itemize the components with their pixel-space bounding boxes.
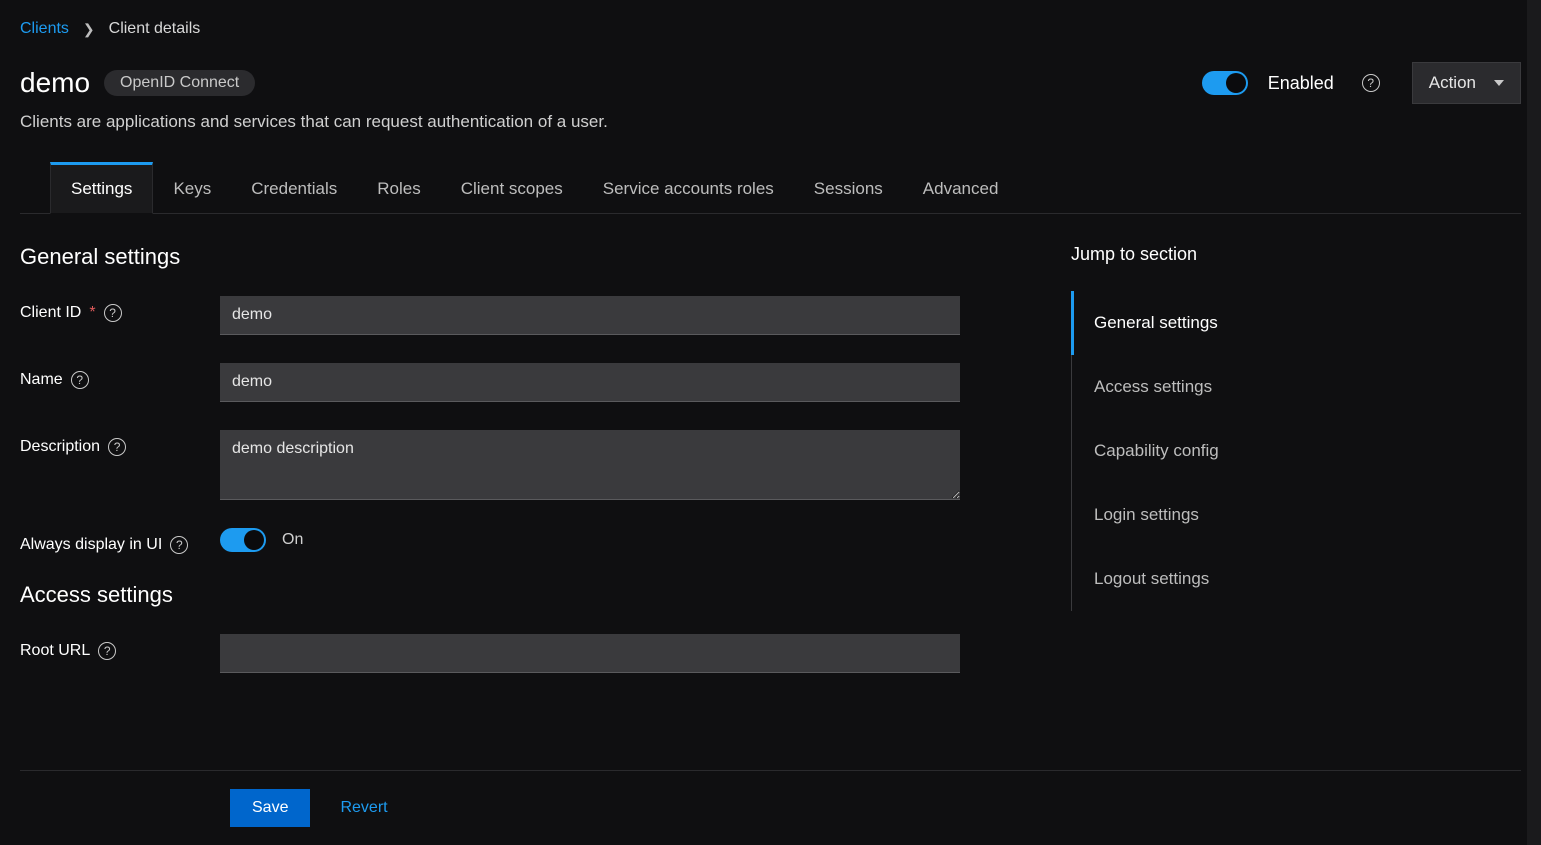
name-label: Name ? — [20, 363, 220, 389]
section-access-title: Access settings — [20, 582, 1001, 608]
page-title: demo — [20, 67, 90, 99]
description-label: Description ? — [20, 430, 220, 456]
jump-item-capability-config[interactable]: Capability config — [1071, 419, 1521, 483]
footer: Save Revert — [20, 770, 1521, 845]
tab-sessions[interactable]: Sessions — [794, 162, 903, 213]
scrollbar[interactable] — [1527, 0, 1541, 845]
page-subtitle: Clients are applications and services th… — [20, 112, 1521, 132]
help-icon[interactable]: ? — [98, 642, 116, 660]
revert-button[interactable]: Revert — [340, 799, 387, 817]
jump-item-access-settings[interactable]: Access settings — [1071, 355, 1521, 419]
always-display-value: On — [282, 531, 303, 549]
tab-advanced[interactable]: Advanced — [903, 162, 1019, 213]
help-icon[interactable]: ? — [71, 371, 89, 389]
help-icon[interactable]: ? — [108, 438, 126, 456]
protocol-badge: OpenID Connect — [104, 70, 255, 96]
tab-settings[interactable]: Settings — [50, 162, 153, 214]
root-url-label-text: Root URL — [20, 642, 90, 660]
page-header: demo OpenID Connect Enabled ? Action — [20, 62, 1521, 104]
required-indicator: * — [89, 304, 95, 322]
tab-service-accounts-roles[interactable]: Service accounts roles — [583, 162, 794, 213]
help-icon[interactable]: ? — [104, 304, 122, 322]
jump-nav: Jump to section General settings Access … — [1041, 214, 1521, 770]
name-label-text: Name — [20, 371, 63, 389]
root-url-label: Root URL ? — [20, 634, 220, 660]
tab-credentials[interactable]: Credentials — [231, 162, 357, 213]
description-label-text: Description — [20, 438, 100, 456]
jump-item-logout-settings[interactable]: Logout settings — [1071, 547, 1521, 611]
name-input[interactable] — [220, 363, 960, 402]
enabled-toggle-label: Enabled — [1268, 73, 1334, 94]
chevron-right-icon: ❯ — [83, 21, 95, 38]
help-icon[interactable]: ? — [170, 536, 188, 554]
jump-nav-title: Jump to section — [1071, 244, 1521, 265]
breadcrumb: Clients ❯ Client details — [20, 20, 1521, 38]
client-id-input[interactable] — [220, 296, 960, 335]
breadcrumb-current: Client details — [109, 20, 201, 38]
form-area: General settings Client ID * ? Name ? D — [20, 214, 1041, 770]
tab-roles[interactable]: Roles — [357, 162, 440, 213]
chevron-down-icon — [1494, 80, 1504, 86]
tab-keys[interactable]: Keys — [153, 162, 231, 213]
action-dropdown[interactable]: Action — [1412, 62, 1521, 104]
save-button[interactable]: Save — [230, 789, 310, 827]
jump-item-general-settings[interactable]: General settings — [1071, 291, 1521, 355]
enabled-toggle[interactable] — [1202, 71, 1248, 95]
tabs: Settings Keys Credentials Roles Client s… — [20, 162, 1521, 214]
tab-client-scopes[interactable]: Client scopes — [441, 162, 583, 213]
client-id-label-text: Client ID — [20, 304, 81, 322]
always-display-label: Always display in UI ? — [20, 528, 220, 554]
description-input[interactable] — [220, 430, 960, 500]
action-dropdown-label: Action — [1429, 73, 1476, 93]
jump-item-login-settings[interactable]: Login settings — [1071, 483, 1521, 547]
always-display-toggle[interactable] — [220, 528, 266, 552]
root-url-input[interactable] — [220, 634, 960, 673]
help-icon[interactable]: ? — [1362, 74, 1380, 92]
always-display-label-text: Always display in UI — [20, 536, 162, 554]
client-id-label: Client ID * ? — [20, 296, 220, 322]
breadcrumb-clients-link[interactable]: Clients — [20, 20, 69, 38]
section-general-title: General settings — [20, 244, 1001, 270]
